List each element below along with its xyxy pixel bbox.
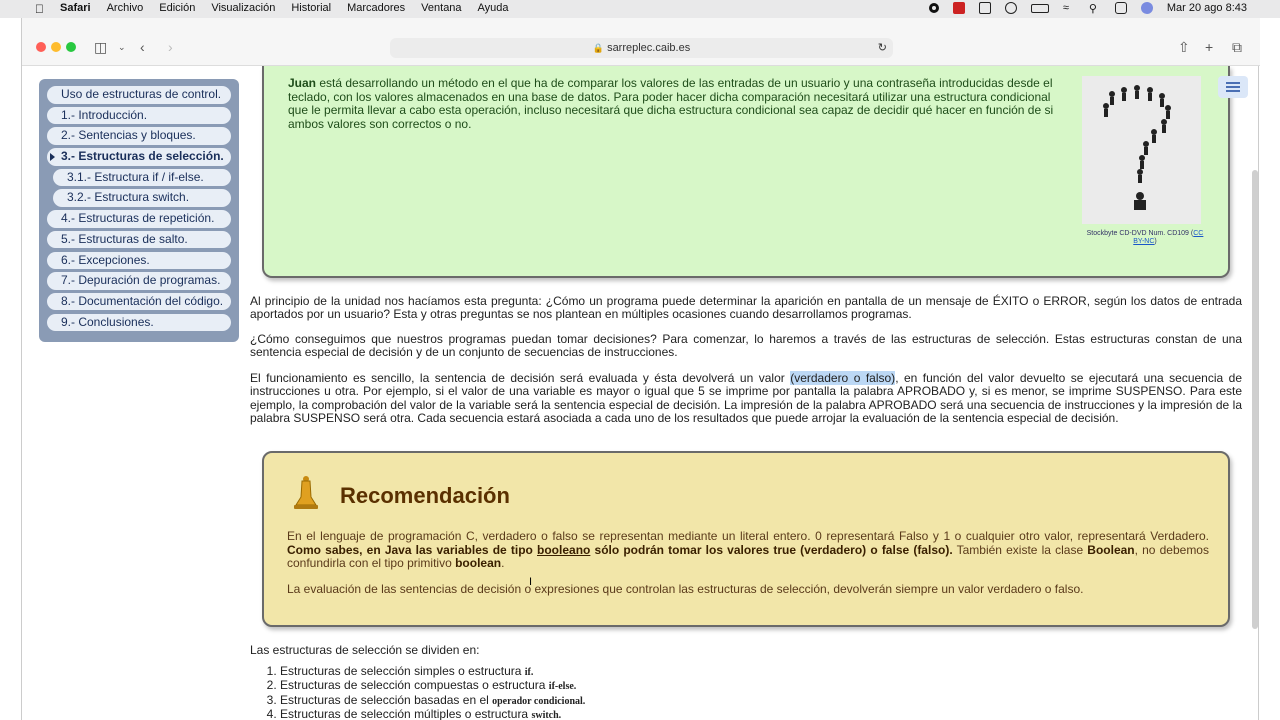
chevron-down-icon[interactable]: ⌄ [118, 38, 126, 56]
people-photo [1082, 76, 1201, 224]
play-icon[interactable] [1004, 2, 1017, 14]
browser-toolbar: ◫ ⌄ ‹ › 🔒 sarreplec.caib.es ↻ ⇧ + ⧉ [22, 18, 1260, 66]
toc-item-excepciones[interactable]: 6.- Excepciones. [47, 251, 231, 269]
toc-item-repeticion[interactable]: 4.- Estructuras de repetición. [47, 210, 231, 228]
minimize-button[interactable] [51, 42, 61, 52]
rec-t1i: . [501, 556, 505, 571]
paragraph-3: El funcionamiento es sencillo, la senten… [250, 371, 1242, 426]
battery-icon[interactable] [1030, 3, 1049, 13]
menu-app-name[interactable]: Safari [60, 2, 91, 14]
booleano-link[interactable]: booleano [537, 543, 590, 557]
paragraph-1: Al principio de la unidad nos hacíamos e… [250, 294, 1242, 322]
apple-menu-icon[interactable]:  [35, 2, 44, 16]
back-icon[interactable]: ‹ [140, 38, 145, 56]
toc-item-uso[interactable]: Uso de estructuras de control. [47, 86, 231, 104]
toc-item-conclusiones[interactable]: 9.- Conclusiones. [47, 313, 231, 332]
list-item-text: Estructuras de selección compuestas o es… [280, 678, 549, 693]
list-item-text: Estructuras de selección basadas en el [280, 692, 493, 707]
record-icon[interactable] [928, 3, 939, 13]
rec-t1b: Como sabes, en Java las variables de tip… [287, 542, 538, 557]
menu-ayuda[interactable]: Ayuda [478, 2, 509, 14]
close-button[interactable] [36, 42, 46, 52]
forward-icon[interactable]: › [168, 38, 173, 56]
selection-types-list: Las estructuras de selección se dividen … [250, 643, 585, 720]
toc-item-seleccion[interactable]: 3.- Estructuras de selección. [47, 148, 231, 166]
list-item-code: if. [524, 667, 534, 678]
case-study-body: está desarrollando un método en el que h… [288, 76, 1054, 131]
menu-icon[interactable] [1218, 76, 1248, 98]
case-study-box: Juan está desarrollando un método en el … [262, 66, 1230, 278]
toc-item-sentencias[interactable]: 2.- Sentencias y bloques. [47, 127, 231, 145]
new-tab-icon[interactable]: + [1205, 38, 1213, 56]
caption-end: ) [1154, 238, 1157, 245]
selected-text: (verdadero o falso) [790, 371, 896, 385]
list-item-code: switch. [531, 710, 562, 720]
toc-item-switch[interactable]: 3.2.- Estructura switch. [53, 189, 231, 207]
list-item-text: Estructuras de selección simples o estru… [280, 664, 525, 678]
text-cursor-icon: I [529, 576, 533, 588]
case-study-text: Juan está desarrollando un método en el … [288, 76, 1065, 131]
menu-edicion[interactable]: Edición [159, 2, 195, 14]
share-icon[interactable]: ⇧ [1178, 38, 1190, 56]
paragraph-2: ¿Cómo conseguimos que nuestros programas… [250, 332, 1242, 360]
paragraph-3-a: El funcionamiento es sencillo, la senten… [250, 371, 791, 385]
rec-t1e: También existe la clase [952, 542, 1088, 557]
lock-icon: 🔒 [592, 43, 604, 53]
control-center-icon[interactable] [1114, 2, 1127, 14]
toc-item-salto[interactable]: 5.- Estructuras de salto. [47, 230, 231, 249]
toc-item-depuracion[interactable]: 7.- Depuración de programas. [47, 272, 231, 290]
shield-icon[interactable] [952, 2, 965, 14]
browser-window: ◫ ⌄ ‹ › 🔒 sarreplec.caib.es ↻ ⇧ + ⧉ Uso … [21, 18, 1260, 720]
list-item-text: Estructuras de selección múltiples o est… [280, 707, 532, 720]
wifi-icon[interactable]: ≈ [1063, 2, 1075, 14]
search-icon[interactable]: ⚲ [1089, 2, 1101, 15]
window-icon[interactable] [978, 2, 991, 14]
recommendation-box: Recomendación En el lenguaje de programa… [262, 451, 1230, 627]
recommendation-text-1: En el lenguaje de programación C, verdad… [287, 529, 1209, 571]
table-of-contents: Uso de estructuras de control. 1.- Intro… [39, 79, 239, 342]
rec-t1h: boolean [455, 556, 502, 571]
toc-item-introduccion[interactable]: 1.- Introducción. [47, 106, 231, 125]
menu-visualizacion[interactable]: Visualización [211, 2, 275, 14]
menu-historial[interactable]: Historial [291, 2, 331, 14]
datetime[interactable]: Mar 20 ago 8:43 [1167, 2, 1247, 14]
rec-t1d: sólo podrán tomar los valores true (verd… [590, 542, 953, 557]
menu-ventana[interactable]: Ventana [421, 2, 461, 14]
list-item: Estructuras de selección simples o estru… [280, 664, 585, 679]
menu-archivo[interactable]: Archivo [107, 2, 144, 14]
bell-icon [290, 475, 322, 511]
recommendation-text-2: La evaluación de las sentencias de decis… [287, 582, 1084, 596]
zoom-button[interactable] [66, 42, 76, 52]
reload-icon[interactable]: ↻ [878, 38, 887, 58]
page-content: Uso de estructuras de control. 1.- Intro… [22, 66, 1260, 720]
rec-t1f: Boolean [1087, 542, 1135, 557]
sidebar-toggle-icon[interactable]: ◫ [94, 38, 107, 56]
toc-item-if[interactable]: 3.1.- Estructura if / if-else. [53, 168, 231, 187]
menu-marcadores[interactable]: Marcadores [347, 2, 405, 14]
photo-caption: Stockbyte CD-DVD Num. CD109 (CC BY-NC) [1082, 230, 1208, 246]
siri-icon[interactable] [1140, 2, 1153, 14]
scrollbar[interactable] [1252, 170, 1258, 629]
menu-bar:  Safari Archivo Edición Visualización H… [0, 0, 1280, 18]
rec-t1: En el lenguaje de programación C, verdad… [287, 529, 1209, 543]
list-intro: Las estructuras de selección se dividen … [250, 643, 480, 657]
caption-text: Stockbyte CD-DVD Num. CD109 ( [1086, 230, 1194, 237]
list-item-code: operador condicional. [492, 695, 586, 707]
address-bar[interactable]: 🔒 sarreplec.caib.es ↻ [390, 38, 893, 58]
recommendation-title: Recomendación [340, 483, 510, 508]
toc-item-documentacion[interactable]: 8.- Documentación del código. [47, 292, 231, 311]
tabs-overview-icon[interactable]: ⧉ [1232, 38, 1242, 56]
list-item-code: if-else. [548, 681, 577, 693]
list-item: Estructuras de selección compuestas o es… [280, 679, 585, 693]
list-item: Estructuras de selección múltiples o est… [280, 708, 585, 720]
url-text: sarreplec.caib.es [607, 42, 691, 54]
list-item: Estructuras de selección basadas en el o… [280, 692, 586, 708]
case-study-name: Juan [288, 76, 317, 90]
